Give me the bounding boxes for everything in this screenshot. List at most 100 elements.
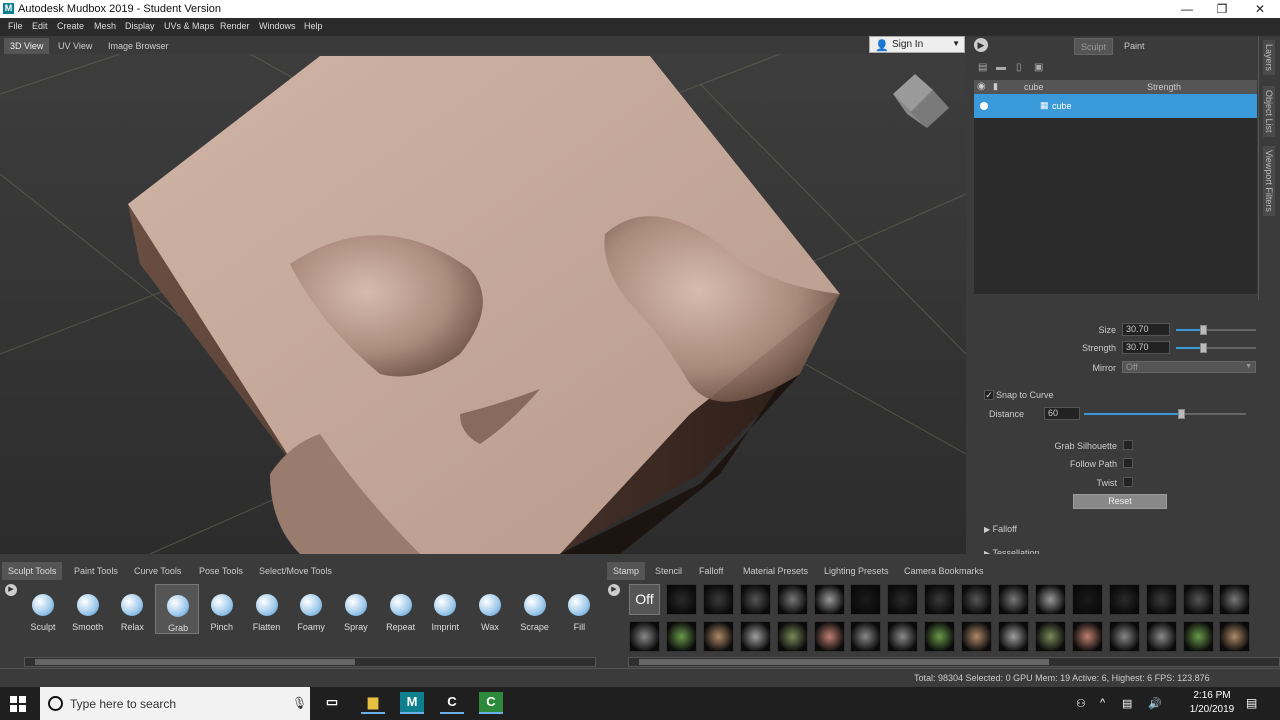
viewport-splitter[interactable] xyxy=(966,36,974,554)
stamp-thumbnail[interactable] xyxy=(813,584,845,615)
stamp-thumbnail[interactable] xyxy=(1071,584,1103,615)
stamp-thumbnail[interactable] xyxy=(813,621,845,652)
strength-slider-thumb[interactable] xyxy=(1200,343,1208,353)
stamp-thumbnail[interactable] xyxy=(924,621,956,652)
stamps-scroll-left-button[interactable]: ▶ xyxy=(608,584,620,596)
tab-pose-tools[interactable]: Pose Tools xyxy=(193,562,249,580)
stamp-thumbnail[interactable] xyxy=(1145,621,1177,652)
tab-viewport-filters[interactable]: Viewport Filters xyxy=(1263,146,1275,216)
menu-edit[interactable]: Edit xyxy=(32,21,48,31)
distance-slider-thumb[interactable] xyxy=(1178,409,1186,419)
tool-relax[interactable]: Relax xyxy=(110,584,154,634)
stamp-thumbnail[interactable] xyxy=(887,621,919,652)
notification-icon[interactable]: ▤ xyxy=(1246,696,1257,710)
menu-mesh[interactable]: Mesh xyxy=(94,21,116,31)
distance-slider[interactable] xyxy=(1084,409,1246,419)
stamp-thumbnail[interactable] xyxy=(961,621,993,652)
stamp-thumbnail[interactable] xyxy=(739,621,771,652)
size-slider-thumb[interactable] xyxy=(1200,325,1208,335)
stamp-off-button[interactable]: Off xyxy=(629,584,660,615)
tool-foamy[interactable]: Foamy xyxy=(289,584,333,634)
stamp-thumbnail[interactable] xyxy=(702,584,734,615)
menu-create[interactable]: Create xyxy=(57,21,84,31)
camtasia-recorder-icon[interactable]: C xyxy=(479,692,503,714)
stamp-thumbnail[interactable] xyxy=(776,621,808,652)
tab-select-move-tools[interactable]: Select/Move Tools xyxy=(253,562,338,580)
tab-paint-tools[interactable]: Paint Tools xyxy=(68,562,124,580)
tools-scroll-left-button[interactable]: ▶ xyxy=(5,584,17,596)
stamp-thumbnail[interactable] xyxy=(1182,621,1214,652)
size-field[interactable]: 30.70 xyxy=(1122,323,1170,336)
tool-repeat[interactable]: Repeat xyxy=(379,584,423,634)
mudbox-taskbar-icon[interactable]: M xyxy=(400,692,424,714)
menu-windows[interactable]: Windows xyxy=(259,21,296,31)
tab-layers[interactable]: Layers xyxy=(1263,40,1275,76)
tools-scrollbar-thumb[interactable] xyxy=(35,659,355,665)
stamp-thumbnail[interactable] xyxy=(1145,584,1177,615)
tab-image-browser[interactable]: Image Browser xyxy=(102,38,175,54)
tab-stencil[interactable]: Stencil xyxy=(649,562,688,580)
tool-fill[interactable]: Fill xyxy=(557,584,601,634)
taskbar-clock[interactable]: 2:16 PM 1/20/2019 xyxy=(1188,689,1236,717)
strength-field[interactable]: 30.70 xyxy=(1122,341,1170,354)
stamps-scrollbar-thumb[interactable] xyxy=(639,659,1049,665)
folder-icon[interactable]: ▬ xyxy=(996,62,1008,74)
tab-stamp[interactable]: Stamp xyxy=(607,562,646,580)
mirror-select[interactable]: Off ▼ xyxy=(1122,361,1256,373)
taskbar-search[interactable]: Type here to search 🎙 xyxy=(40,687,310,720)
collapse-panel-button[interactable]: ▶ xyxy=(974,38,988,52)
menu-display[interactable]: Display xyxy=(125,21,155,31)
grab-silhouette-checkbox[interactable] xyxy=(1123,440,1133,450)
tool-scrape[interactable]: Scrape xyxy=(513,584,557,634)
stamp-thumbnail[interactable] xyxy=(1034,584,1066,615)
new-layer-icon[interactable]: ▤ xyxy=(978,62,990,74)
tab-camera-bookmarks[interactable]: Camera Bookmarks xyxy=(898,562,990,580)
falloff-section[interactable]: ▶ Falloff xyxy=(984,524,1017,534)
stamp-thumbnail[interactable] xyxy=(665,584,697,615)
stamp-thumbnail[interactable] xyxy=(1219,584,1251,615)
tool-grab[interactable]: Grab xyxy=(155,584,200,634)
stamp-thumbnail[interactable] xyxy=(961,584,993,615)
tab-falloff[interactable]: Falloff xyxy=(693,562,729,580)
stamp-thumbnail[interactable] xyxy=(1108,584,1140,615)
stamp-thumbnail[interactable] xyxy=(1071,621,1103,652)
follow-path-checkbox[interactable] xyxy=(1123,458,1133,468)
tool-sculpt[interactable]: Sculpt xyxy=(21,584,65,634)
stamps-scrollbar[interactable] xyxy=(628,657,1280,667)
task-view-icon[interactable]: ▭ xyxy=(320,692,344,714)
tool-imprint[interactable]: Imprint xyxy=(423,584,467,634)
size-slider[interactable] xyxy=(1176,325,1256,335)
network-icon[interactable]: ▤ xyxy=(1122,697,1132,710)
people-icon[interactable]: ⚇ xyxy=(1076,697,1086,710)
windows-start-icon[interactable] xyxy=(10,696,26,712)
tool-wax[interactable]: Wax xyxy=(468,584,512,634)
tab-sculpt-tools[interactable]: Sculpt Tools xyxy=(2,562,63,580)
tab-uv-view[interactable]: UV View xyxy=(52,38,98,54)
tab-curve-tools[interactable]: Curve Tools xyxy=(128,562,187,580)
stamp-thumbnail[interactable] xyxy=(887,584,919,615)
delete-layer-icon[interactable]: ▯ xyxy=(1016,62,1028,74)
stamp-thumbnail[interactable] xyxy=(850,621,882,652)
stamp-thumbnail[interactable] xyxy=(739,584,771,615)
tab-sculpt[interactable]: Sculpt xyxy=(1074,38,1114,55)
stamp-thumbnail[interactable] xyxy=(1034,621,1066,652)
show-hidden-icons[interactable]: ^ xyxy=(1100,697,1105,709)
sign-in-dropdown[interactable]: 👤 Sign In ▼ xyxy=(869,36,965,53)
close-button[interactable]: ✕ xyxy=(1245,1,1275,17)
menu-help[interactable]: Help xyxy=(304,21,323,31)
file-explorer-icon[interactable]: ▆ xyxy=(361,692,385,714)
tool-spray[interactable]: Spray xyxy=(334,584,378,634)
stamp-thumbnail[interactable] xyxy=(1108,621,1140,652)
stamp-thumbnail[interactable] xyxy=(1219,621,1251,652)
stamp-thumbnail[interactable] xyxy=(776,584,808,615)
tab-material-presets[interactable]: Material Presets xyxy=(737,562,814,580)
menu-file[interactable]: File xyxy=(8,21,23,31)
merge-layer-icon[interactable]: ▣ xyxy=(1034,62,1046,74)
layer-row[interactable]: ▦ cube xyxy=(974,94,1257,118)
volume-icon[interactable]: 🔊 xyxy=(1148,697,1162,710)
maximize-button[interactable]: ❐ xyxy=(1207,1,1237,17)
menu-render[interactable]: Render xyxy=(220,21,250,31)
camtasia-icon[interactable]: C xyxy=(440,692,464,714)
stamp-thumbnail[interactable] xyxy=(702,621,734,652)
tool-flatten[interactable]: Flatten xyxy=(245,584,289,634)
